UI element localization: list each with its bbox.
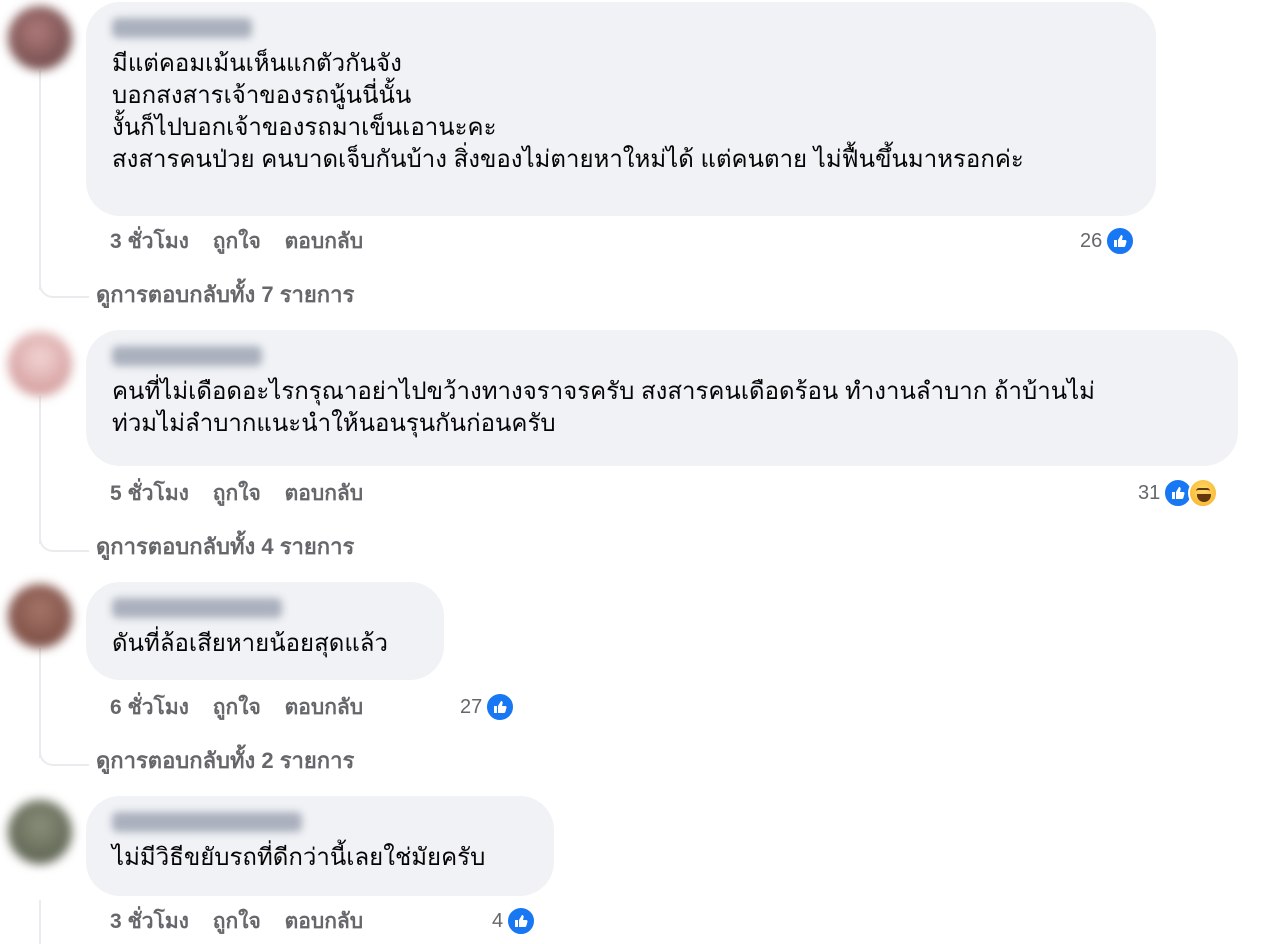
comment-bubble: ดันที่ล้อเสียหายน้อยสุดแล้ว [86,582,444,680]
thread-line [39,70,41,290]
thread-line [39,396,41,544]
like-button[interactable]: ถูกใจ [213,908,261,936]
like-button[interactable]: ถูกใจ [213,694,261,722]
comment-timestamp[interactable]: 3 ชั่วโมง [110,908,189,936]
comment-text-line: มีแต่คอมเม้นเห็นแกตัวกันจัง [112,50,402,77]
like-reaction-icon [485,692,516,722]
thread-branch [39,528,89,552]
comment-timestamp[interactable]: 5 ชั่วโมง [110,480,189,508]
comment-text-line: ดันที่ล้อเสียหายน้อยสุดแล้ว [112,630,388,657]
comment-text-line: บอกสงสารเจ้าของรถนู้นนี่นั้น [112,82,412,109]
commenter-name[interactable] [112,346,262,366]
comment-text-line: งั้นก็ไปบอกเจ้าของรถมาเข็นเอานะคะ [112,114,497,141]
comment-text-line: ไม่มีวิธีขยับรถที่ดีกว่านี้เลยใช่มัยครับ [112,844,486,871]
reply-button[interactable]: ตอบกลับ [285,480,364,508]
view-replies-link[interactable]: ดูการตอบกลับทั้ง 4 รายการ [96,532,354,562]
commenter-name[interactable] [112,812,302,832]
comment-timestamp[interactable]: 6 ชั่วโมง [110,694,189,722]
commenter-name[interactable] [112,598,282,618]
comment-text-line: คนที่ไม่เดือดอะไรกรุณาอย่าไปขว้างทางจราจ… [112,378,1095,405]
avatar[interactable] [8,584,72,648]
view-replies-link[interactable]: ดูการตอบกลับทั้ง 2 รายการ [96,746,354,776]
reaction-summary[interactable]: 26 [1080,226,1136,256]
like-reaction-icon [506,906,537,936]
comment-text-line: สงสารคนป่วย คนบาดเจ็บกันบ้าง สิ่งของไม่ต… [112,146,1024,173]
avatar[interactable] [8,6,72,70]
reply-button[interactable]: ตอบกลับ [285,694,364,722]
like-button[interactable]: ถูกใจ [213,228,261,256]
commenter-name[interactable] [112,18,252,38]
thread-branch [39,274,89,298]
reply-button[interactable]: ตอบกลับ [285,908,364,936]
reaction-count: 27 [460,696,483,718]
comment-actions: 3 ชั่วโมง ถูกใจ ตอบกลับ [110,228,381,256]
comment-actions: 3 ชั่วโมง ถูกใจ ตอบกลับ [110,908,381,936]
comment-bubble: ไม่มีวิธีขยับรถที่ดีกว่านี้เลยใช่มัยครับ [86,796,554,896]
reaction-count: 31 [1138,482,1161,504]
comment-text-line: ท่วมไม่ลำบากแนะนำให้นอนรุนกันก่อนครับ [112,410,556,437]
reaction-summary[interactable]: 4 [492,906,537,936]
comment-bubble: มีแต่คอมเม้นเห็นแกตัวกันจัง บอกสงสารเจ้า… [86,2,1156,216]
reaction-count: 4 [492,910,504,932]
thread-line [39,900,41,944]
like-reaction-icon [1105,226,1136,256]
reply-button[interactable]: ตอบกลับ [285,228,364,256]
comment-timestamp[interactable]: 3 ชั่วโมง [110,228,189,256]
reaction-summary[interactable]: 27 [460,692,516,722]
avatar[interactable] [8,332,72,396]
haha-reaction-icon [1188,478,1219,508]
reaction-count: 26 [1080,230,1103,252]
thread-branch [39,742,89,766]
avatar[interactable] [8,800,72,864]
comment-bubble: คนที่ไม่เดือดอะไรกรุณาอย่าไปขว้างทางจราจ… [86,330,1238,466]
comment-actions: 6 ชั่วโมง ถูกใจ ตอบกลับ [110,694,381,722]
view-replies-link[interactable]: ดูการตอบกลับทั้ง 7 รายการ [96,280,354,310]
reaction-summary[interactable]: 31 [1138,478,1219,508]
comment-actions: 5 ชั่วโมง ถูกใจ ตอบกลับ [110,480,381,508]
like-button[interactable]: ถูกใจ [213,480,261,508]
